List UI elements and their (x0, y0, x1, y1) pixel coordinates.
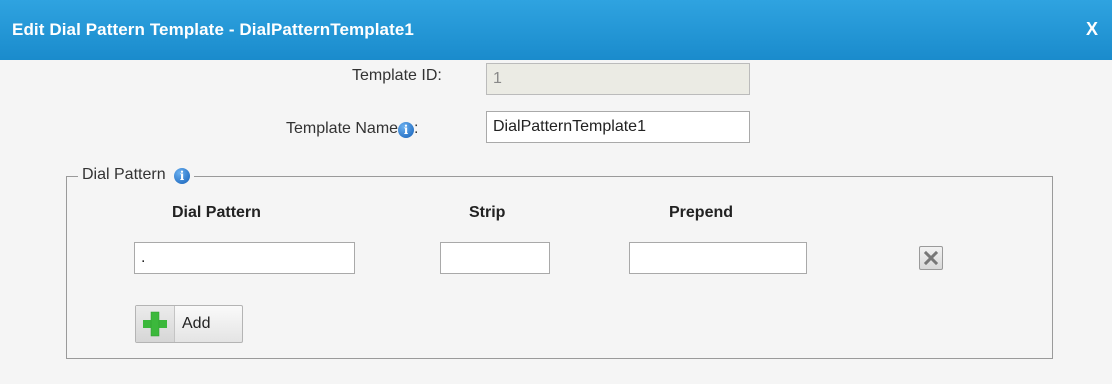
info-icon[interactable]: i (174, 168, 191, 184)
template-id-label: Template ID: (352, 67, 442, 84)
column-header-prepend: Prepend (669, 204, 734, 221)
dialog-title-bar: Edit Dial Pattern Template - DialPattern… (0, 0, 1112, 60)
info-icon[interactable]: i (398, 122, 415, 138)
column-header-dial-pattern: Dial Pattern (172, 204, 261, 221)
dialog-title: Edit Dial Pattern Template - DialPattern… (12, 20, 414, 39)
close-button[interactable]: X (1086, 19, 1098, 40)
dial-pattern-legend-label: Dial Pattern (82, 166, 166, 183)
add-button-label: Add (182, 315, 211, 332)
template-name-field[interactable] (486, 111, 750, 143)
add-button[interactable]: Add (135, 305, 243, 343)
add-icon-box (136, 306, 175, 342)
delete-row-button[interactable] (919, 246, 943, 270)
prepend-input[interactable] (629, 242, 807, 274)
delete-x-icon (923, 250, 939, 266)
plus-icon (143, 311, 167, 337)
strip-input[interactable] (440, 242, 550, 274)
template-name-label: Template Name (286, 120, 399, 137)
dial-pattern-input[interactable] (134, 242, 355, 274)
template-id-field[interactable] (486, 63, 750, 95)
template-name-colon: : (414, 120, 419, 137)
column-header-strip: Strip (469, 204, 506, 221)
dial-pattern-legend: Dial Pattern i (78, 166, 195, 184)
template-name-label-group: Template Name i: (286, 120, 419, 138)
